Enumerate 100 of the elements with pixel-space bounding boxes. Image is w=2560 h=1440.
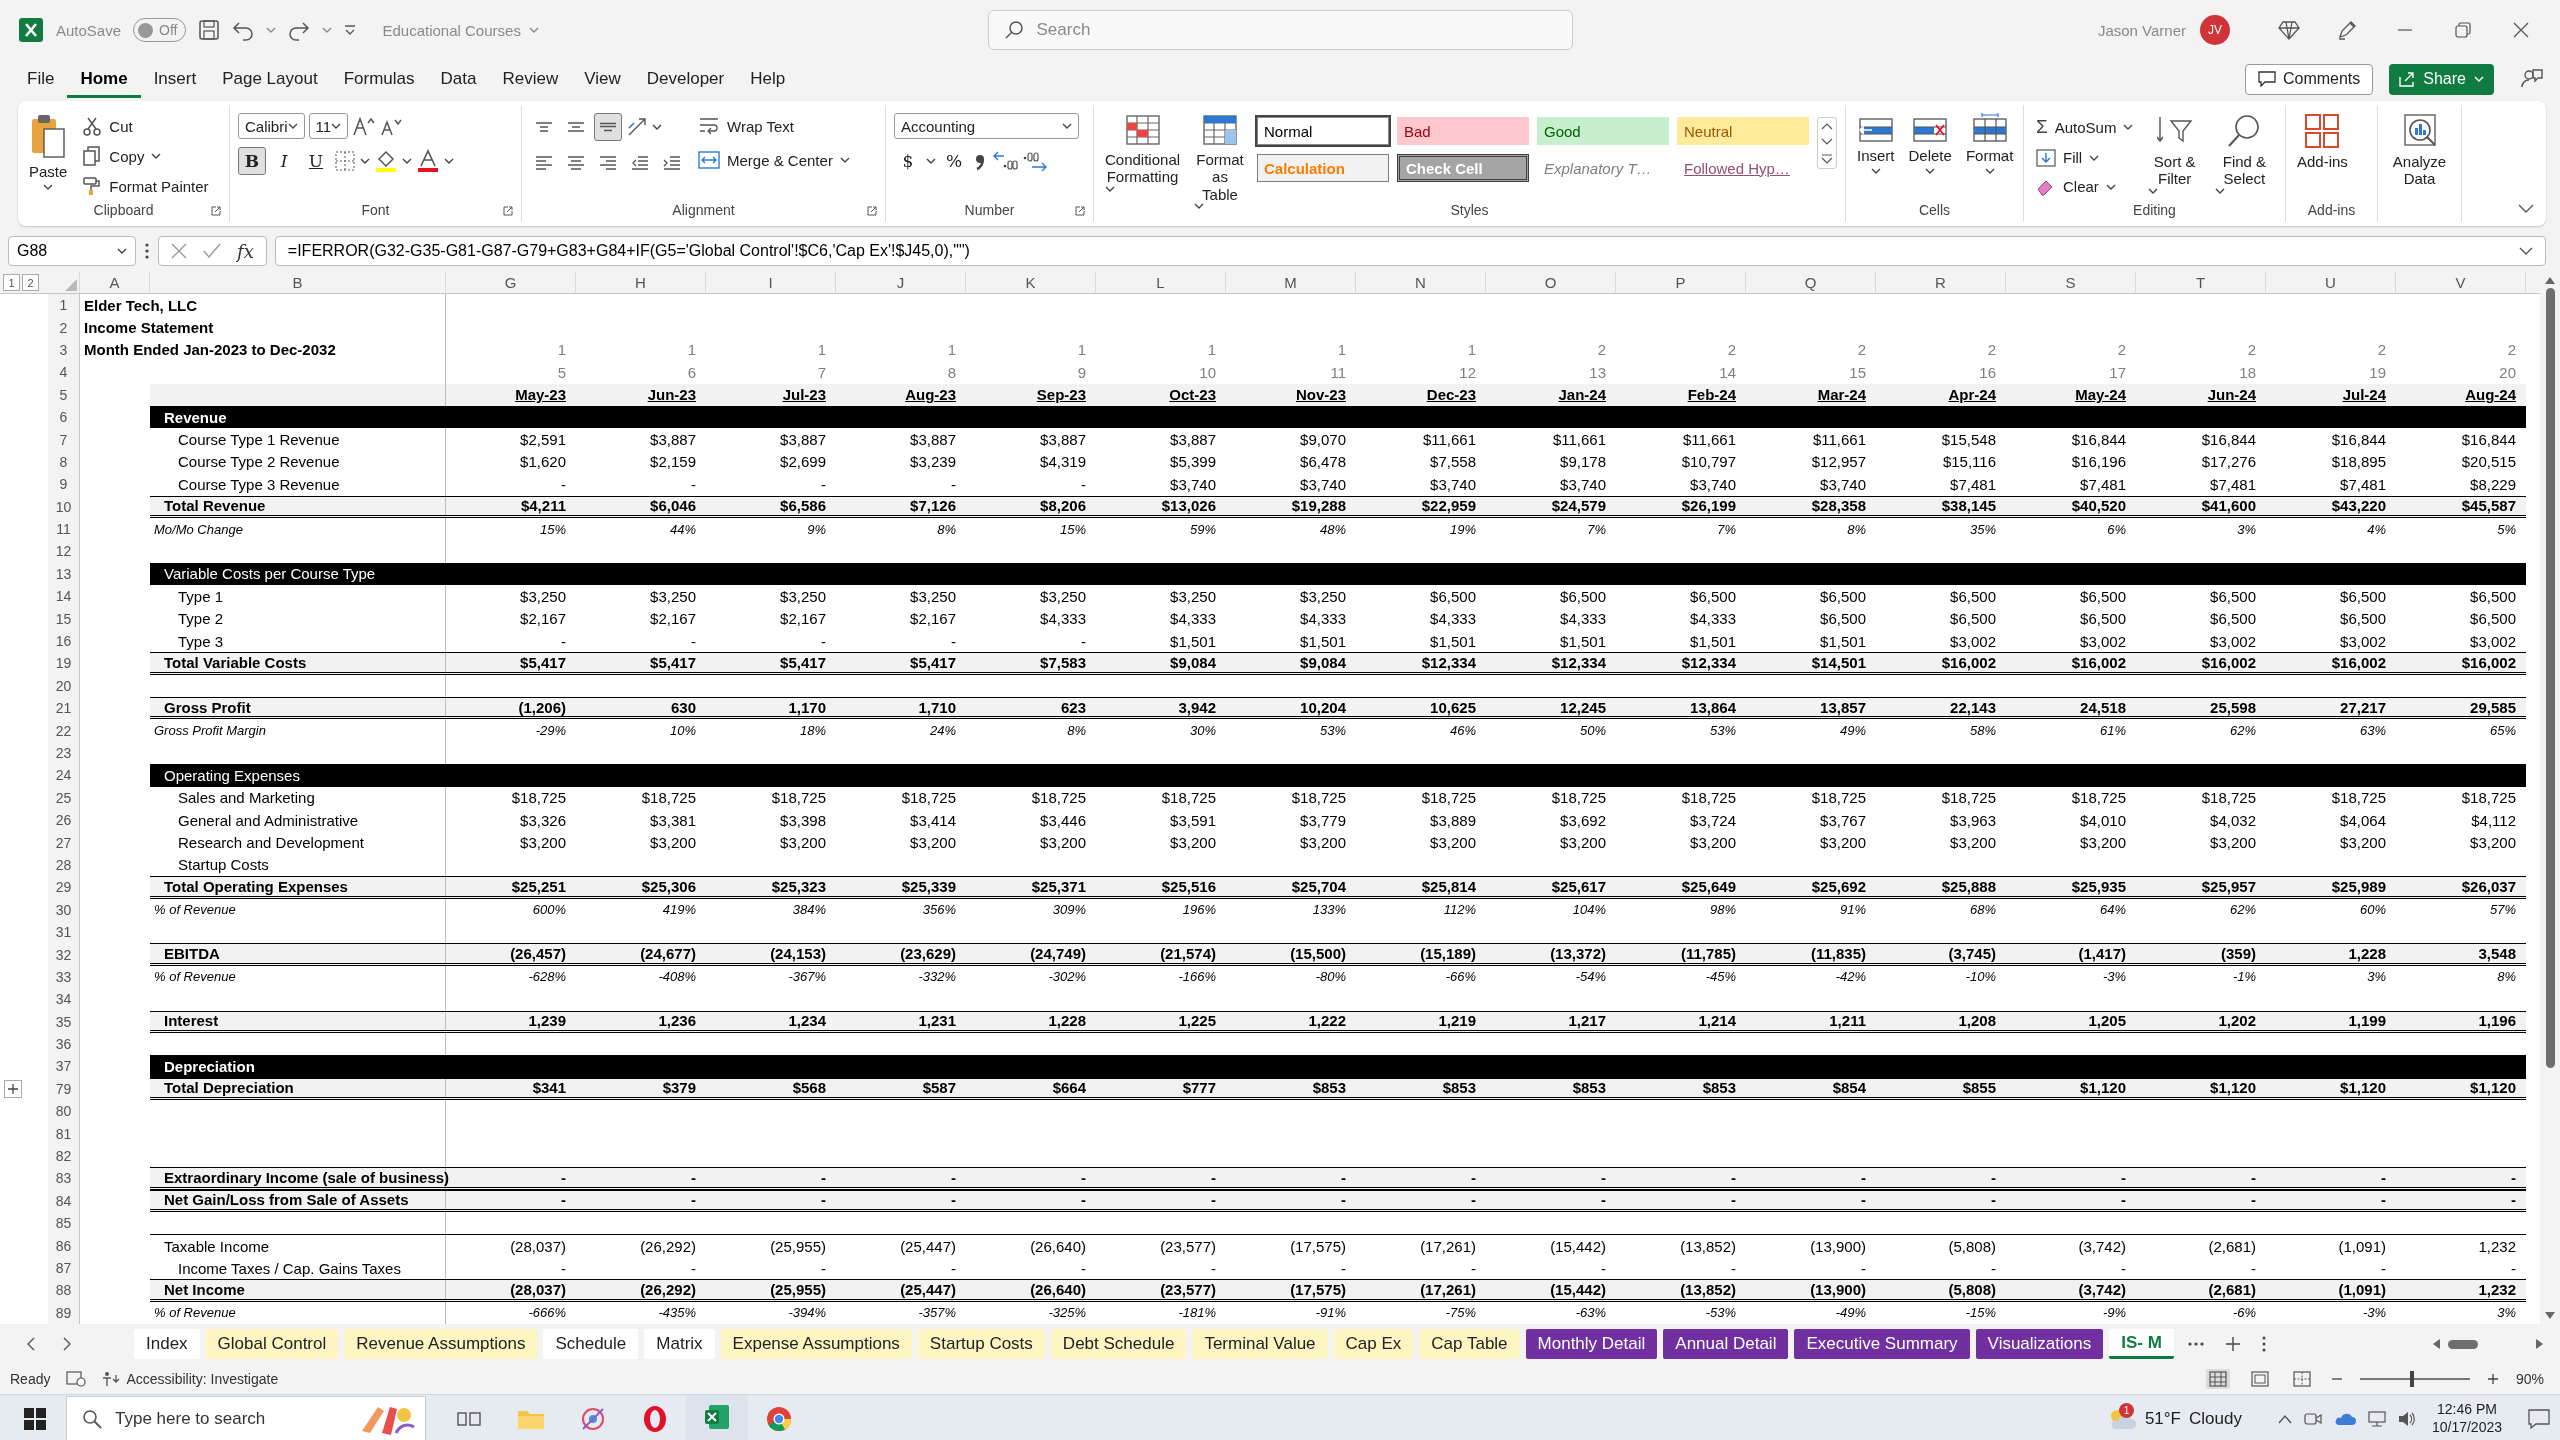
row-number[interactable]: 22 [48, 719, 80, 742]
row-number[interactable]: 33 [48, 965, 80, 989]
row-number[interactable]: 85 [48, 1212, 80, 1235]
row-number[interactable]: 80 [48, 1100, 80, 1123]
column-header[interactable]: G [446, 272, 576, 293]
sheet-tab[interactable]: Executive Summary [1794, 1329, 1970, 1359]
sheet-tab[interactable]: Revenue Assumptions [344, 1329, 538, 1359]
insert-function-button[interactable]: fx [237, 240, 254, 262]
row-number[interactable]: 15 [48, 607, 80, 630]
row-number[interactable]: 88 [48, 1279, 80, 1302]
row-number[interactable]: 5 [48, 383, 80, 406]
row-number[interactable]: 10 [48, 495, 80, 518]
row-number[interactable]: 28 [48, 853, 80, 877]
row-number[interactable]: 35 [48, 1010, 80, 1033]
row-number[interactable]: 13 [48, 562, 80, 586]
row-number[interactable]: 12 [48, 540, 80, 563]
row-number[interactable]: 8 [48, 450, 80, 474]
cells-button[interactable]: Format [1962, 111, 2017, 201]
sheet-tab[interactable]: Global Control [205, 1329, 339, 1359]
row-number[interactable]: 14 [48, 585, 80, 608]
row-number[interactable]: 83 [48, 1167, 80, 1190]
row-number[interactable]: 25 [48, 786, 80, 809]
column-header[interactable]: L [1096, 272, 1226, 293]
row-number[interactable]: 82 [48, 1144, 80, 1168]
row-number[interactable]: 9 [48, 473, 80, 496]
comments-button[interactable]: Comments [2244, 63, 2374, 95]
merge-center-button[interactable]: Merge & Center [694, 147, 854, 173]
row-number[interactable]: 32 [48, 943, 80, 966]
sheet-tab[interactable]: Annual Detail [1663, 1329, 1789, 1359]
column-header[interactable]: Q [1746, 272, 1876, 293]
column-header[interactable]: V [2396, 272, 2526, 293]
autosum-button[interactable]: Σ AutoSum [2032, 114, 2138, 141]
row-number[interactable]: 21 [48, 697, 80, 720]
row-number[interactable]: 2 [48, 316, 80, 339]
outline-level-button[interactable]: 2 [22, 274, 39, 291]
column-header[interactable]: O [1486, 272, 1616, 293]
taskbar-search-field[interactable]: Type here to search [66, 1395, 426, 1440]
sheet-tab[interactable]: IS- M [2109, 1329, 2174, 1359]
font-name-field[interactable]: Calibri [238, 113, 305, 139]
sort-filter-button[interactable]: Sort & Filter [2145, 111, 2204, 201]
column-header[interactable]: R [1876, 272, 2006, 293]
percent-button[interactable]: % [940, 147, 968, 175]
name-box[interactable]: G88 [8, 236, 136, 266]
column-header[interactable]: H [576, 272, 706, 293]
row-number[interactable]: 7 [48, 428, 80, 451]
row-number[interactable]: 29 [48, 876, 80, 899]
row-number[interactable]: 26 [48, 809, 80, 832]
sheet-tab[interactable]: Terminal Value [1192, 1329, 1328, 1359]
cell-style[interactable]: Neutral [1677, 117, 1809, 145]
row-number[interactable]: 89 [48, 1301, 80, 1324]
clear-button[interactable]: Clear [2032, 175, 2138, 198]
menu-tab[interactable]: View [571, 60, 634, 98]
row-number[interactable]: 4 [48, 361, 80, 384]
sheet-tab[interactable]: Cap Ex [1333, 1329, 1414, 1359]
cells-button[interactable]: Delete [1905, 111, 1955, 201]
outline-level-button[interactable]: 1 [3, 274, 20, 291]
accessibility-status[interactable]: Accessibility: Investigate [126, 1371, 279, 1387]
sheet-tab[interactable]: Startup Costs [917, 1329, 1045, 1359]
cells-button[interactable]: Insert [1854, 111, 1898, 201]
row-number[interactable]: 24 [48, 764, 80, 787]
zoom-level[interactable]: 90% [2515, 1371, 2544, 1387]
row-number[interactable]: 6 [48, 405, 80, 429]
column-header[interactable]: B [150, 272, 446, 293]
row-number[interactable]: 3 [48, 338, 80, 362]
clock-time[interactable]: 12:46 PM [2437, 1401, 2497, 1419]
formula-field[interactable]: =IFERROR(G32-G35-G81-G87-G79+G83+G84+IF(G5='Global Control'!$C6,'Cap Ex'!$J45,0),"") [274, 236, 2546, 266]
sheet-tab[interactable]: Visualizations [1975, 1329, 2104, 1359]
font-style-button[interactable]: B [238, 147, 266, 175]
column-header[interactable]: P [1616, 272, 1746, 293]
row-number[interactable]: 23 [48, 741, 80, 765]
font-style-button[interactable]: I [270, 147, 298, 175]
find-select-button[interactable]: Find & Select [2211, 111, 2277, 201]
row-number[interactable]: 16 [48, 629, 80, 653]
font-style-button[interactable]: U [302, 147, 330, 175]
sheet-tab[interactable]: Index [134, 1329, 200, 1359]
search-field[interactable]: Search [987, 10, 1573, 50]
conditional-formatting-button[interactable]: Conditional Formatting [1102, 111, 1184, 201]
column-header[interactable]: K [966, 272, 1096, 293]
menu-tab[interactable]: Page Layout [209, 60, 331, 98]
column-header[interactable]: M [1226, 272, 1356, 293]
menu-tab[interactable]: File [14, 60, 68, 98]
column-header[interactable]: N [1356, 272, 1486, 293]
row-number[interactable]: 30 [48, 898, 80, 921]
column-header[interactable]: S [2006, 272, 2136, 293]
currency-button[interactable]: $ [894, 147, 922, 175]
row-number[interactable]: 84 [48, 1189, 80, 1213]
row-number[interactable]: 37 [48, 1055, 80, 1078]
wrap-text-button[interactable]: Wrap Text [694, 113, 854, 139]
column-header[interactable]: U [2266, 272, 2396, 293]
avatar[interactable]: JV [2200, 15, 2230, 45]
column-header[interactable]: J [836, 272, 966, 293]
copy-button[interactable]: Copy [78, 144, 213, 168]
sheet-tab[interactable]: Schedule [543, 1329, 639, 1359]
menu-tab[interactable]: Formulas [330, 60, 428, 98]
row-number[interactable]: 20 [48, 674, 80, 698]
menu-tab[interactable]: Developer [633, 60, 738, 98]
menu-tab[interactable]: Help [737, 60, 799, 98]
menu-tab[interactable]: Home [67, 60, 141, 98]
row-number[interactable]: 86 [48, 1234, 80, 1257]
row-number[interactable]: 81 [48, 1122, 80, 1145]
